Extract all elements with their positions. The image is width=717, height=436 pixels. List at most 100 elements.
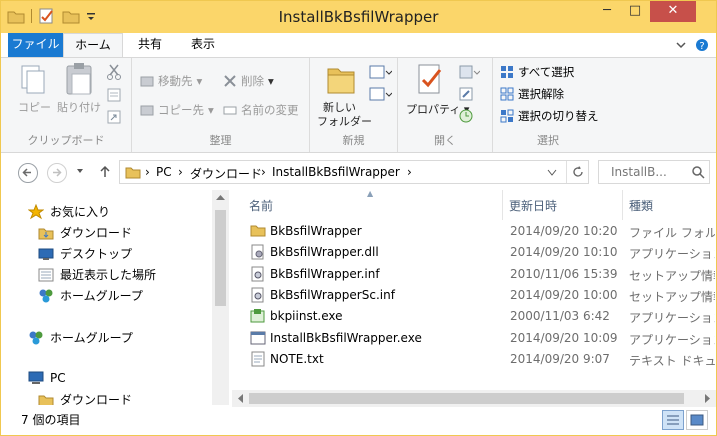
breadcrumb-separator[interactable]: › bbox=[145, 165, 150, 179]
edit-icon[interactable] bbox=[458, 86, 474, 102]
new-folder-icon[interactable] bbox=[326, 63, 356, 95]
nav-item-label: PC bbox=[50, 371, 66, 385]
file-row[interactable]: BkBsfilWrapper.dll 2014/09/20 10:10 アプリケーシ… bbox=[232, 242, 716, 263]
address-history-icon[interactable] bbox=[547, 169, 557, 177]
delete-icon bbox=[223, 74, 237, 88]
history-icon[interactable] bbox=[458, 108, 474, 124]
breadcrumb-downloads[interactable]: ダウンロード bbox=[190, 165, 262, 182]
desktop-icon bbox=[38, 247, 54, 261]
file-name: BkBsfilWrapper.dll bbox=[270, 245, 379, 260]
copy-icon[interactable] bbox=[19, 64, 47, 96]
tab-view[interactable]: 表示 bbox=[177, 33, 229, 57]
dll-icon bbox=[250, 244, 266, 260]
chevron-down-icon[interactable] bbox=[674, 38, 688, 52]
nav-item-label: デスクトップ bbox=[60, 247, 133, 261]
select-all-label: すべて選択 bbox=[518, 65, 575, 79]
new-folder-label-2[interactable]: フォルダー bbox=[317, 113, 372, 129]
breadcrumb-pc[interactable]: PC bbox=[156, 165, 172, 179]
open-icon[interactable] bbox=[458, 64, 480, 80]
explorer-window: InstallBkBsfilWrapper ─ □ ✕ ファイル ホーム 共有 … bbox=[0, 0, 717, 436]
navigation-pane-scrollbar[interactable] bbox=[212, 190, 229, 405]
search-icon[interactable] bbox=[691, 165, 705, 179]
select-none-icon bbox=[500, 87, 514, 101]
copy-path-icon[interactable] bbox=[107, 88, 121, 102]
copy-to-button[interactable]: コピー先 ▾ bbox=[140, 102, 214, 118]
file-row[interactable]: bkpiinst.exe 2000/11/03 6:42 アプリケーション bbox=[232, 306, 716, 327]
maximize-button[interactable]: □ bbox=[622, 1, 648, 22]
cut-icon[interactable] bbox=[107, 64, 121, 80]
new-item-icon[interactable] bbox=[368, 64, 392, 80]
breadcrumb-current-folder[interactable]: InstallBkBsfilWrapper bbox=[272, 165, 400, 179]
nav-item-recent-places[interactable]: 最近表示した場所 bbox=[38, 266, 156, 283]
chevron-down-icon: ▾ bbox=[268, 74, 274, 88]
breadcrumb-separator[interactable]: › bbox=[261, 165, 266, 179]
scroll-thumb[interactable] bbox=[215, 210, 226, 306]
ribbon: コピー 貼り付け クリップボード 移動先 ▾ コピー先 ▾ 削除 ▾ 名前の変更… bbox=[1, 57, 716, 153]
search-box[interactable]: InstallB... bbox=[598, 160, 710, 184]
recent-locations-icon[interactable] bbox=[75, 166, 85, 176]
breadcrumb-separator[interactable]: › bbox=[178, 165, 183, 179]
tab-file[interactable]: ファイル bbox=[8, 33, 63, 57]
tab-share[interactable]: 共有 bbox=[125, 33, 175, 57]
scroll-thumb[interactable] bbox=[249, 393, 684, 404]
paste-button[interactable]: 貼り付け bbox=[57, 99, 101, 115]
rename-button[interactable]: 名前の変更 bbox=[223, 102, 299, 118]
close-button[interactable]: ✕ bbox=[650, 1, 696, 22]
help-icon[interactable]: ? bbox=[695, 38, 709, 52]
column-divider[interactable] bbox=[622, 190, 623, 220]
file-row[interactable]: InstallBkBsfilWrapper.exe 2014/09/20 10:0… bbox=[232, 328, 716, 349]
paste-shortcut-icon[interactable] bbox=[107, 110, 121, 124]
nav-item-label: ダウンロード bbox=[60, 226, 133, 240]
back-button[interactable] bbox=[18, 163, 38, 183]
properties-icon[interactable] bbox=[416, 63, 446, 97]
nav-item-favorites[interactable]: お気に入り bbox=[28, 203, 110, 220]
rename-icon bbox=[223, 104, 237, 116]
tab-home[interactable]: ホーム bbox=[63, 33, 123, 58]
folder-icon bbox=[125, 165, 141, 179]
address-bar[interactable]: › PC › ダウンロード › InstallBkBsfilWrapper › bbox=[119, 160, 589, 184]
forward-button[interactable] bbox=[47, 163, 67, 183]
recent-places-icon bbox=[38, 268, 54, 282]
details-view-button[interactable] bbox=[662, 410, 684, 430]
invert-selection-button[interactable]: 選択の切り替え bbox=[500, 108, 599, 124]
file-row[interactable]: BkBsfilWrapper.inf 2010/11/06 15:39 セットアップ… bbox=[232, 264, 716, 285]
column-header-name[interactable]: 名前 bbox=[249, 197, 273, 214]
scroll-left-icon[interactable] bbox=[237, 394, 243, 403]
file-row[interactable]: NOTE.txt 2014/09/20 9:07 テキスト ドキュメント bbox=[232, 349, 716, 370]
exe-icon bbox=[250, 330, 266, 346]
select-all-button[interactable]: すべて選択 bbox=[500, 64, 574, 80]
minimize-button[interactable]: ─ bbox=[594, 1, 620, 22]
breadcrumb-separator[interactable]: › bbox=[407, 165, 412, 179]
nav-item-pc[interactable]: PC bbox=[28, 371, 66, 385]
column-header-date[interactable]: 更新日時 bbox=[509, 197, 557, 214]
title-bar[interactable]: InstallBkBsfilWrapper ─ □ ✕ bbox=[1, 1, 716, 33]
nav-item-label: 最近表示した場所 bbox=[60, 268, 157, 282]
nav-item-desktop[interactable]: デスクトップ bbox=[38, 245, 132, 262]
nav-item-downloads[interactable]: ダウンロード bbox=[38, 224, 132, 241]
file-row[interactable]: BkBsfilWrapperSc.inf 2014/09/20 10:00 セットア… bbox=[232, 285, 716, 306]
file-name: NOTE.txt bbox=[270, 351, 324, 366]
scroll-right-icon[interactable] bbox=[705, 394, 711, 403]
copy-button[interactable]: コピー bbox=[18, 99, 51, 115]
clipboard-group-label: クリップボード bbox=[27, 134, 105, 147]
easy-access-icon[interactable] bbox=[368, 86, 392, 102]
up-button[interactable] bbox=[98, 165, 112, 179]
move-to-button[interactable]: 移動先 ▾ bbox=[140, 73, 202, 89]
horizontal-scrollbar[interactable] bbox=[232, 390, 716, 407]
paste-icon[interactable] bbox=[64, 62, 94, 96]
rename-label: 名前の変更 bbox=[241, 103, 299, 117]
column-divider[interactable] bbox=[502, 190, 503, 220]
select-none-button[interactable]: 選択解除 bbox=[500, 86, 564, 102]
scroll-up-icon[interactable] bbox=[216, 194, 225, 200]
refresh-button[interactable] bbox=[566, 161, 589, 183]
pc-icon bbox=[28, 371, 44, 385]
nav-item-homegroup[interactable]: ホームグループ bbox=[38, 287, 143, 304]
nav-item-pc-downloads[interactable]: ダウンロード bbox=[38, 391, 132, 405]
search-input[interactable]: InstallB... bbox=[611, 165, 667, 179]
column-header-type[interactable]: 種類 bbox=[629, 197, 653, 214]
select-none-label: 選択解除 bbox=[518, 87, 564, 101]
large-icons-view-button[interactable] bbox=[686, 410, 708, 430]
nav-item-homegroup-root[interactable]: ホームグループ bbox=[28, 329, 133, 346]
file-row[interactable]: BkBsfilWrapper 2014/09/20 10:20 ファイル フォルダー bbox=[232, 221, 716, 242]
delete-button[interactable]: 削除 ▾ bbox=[223, 73, 274, 89]
